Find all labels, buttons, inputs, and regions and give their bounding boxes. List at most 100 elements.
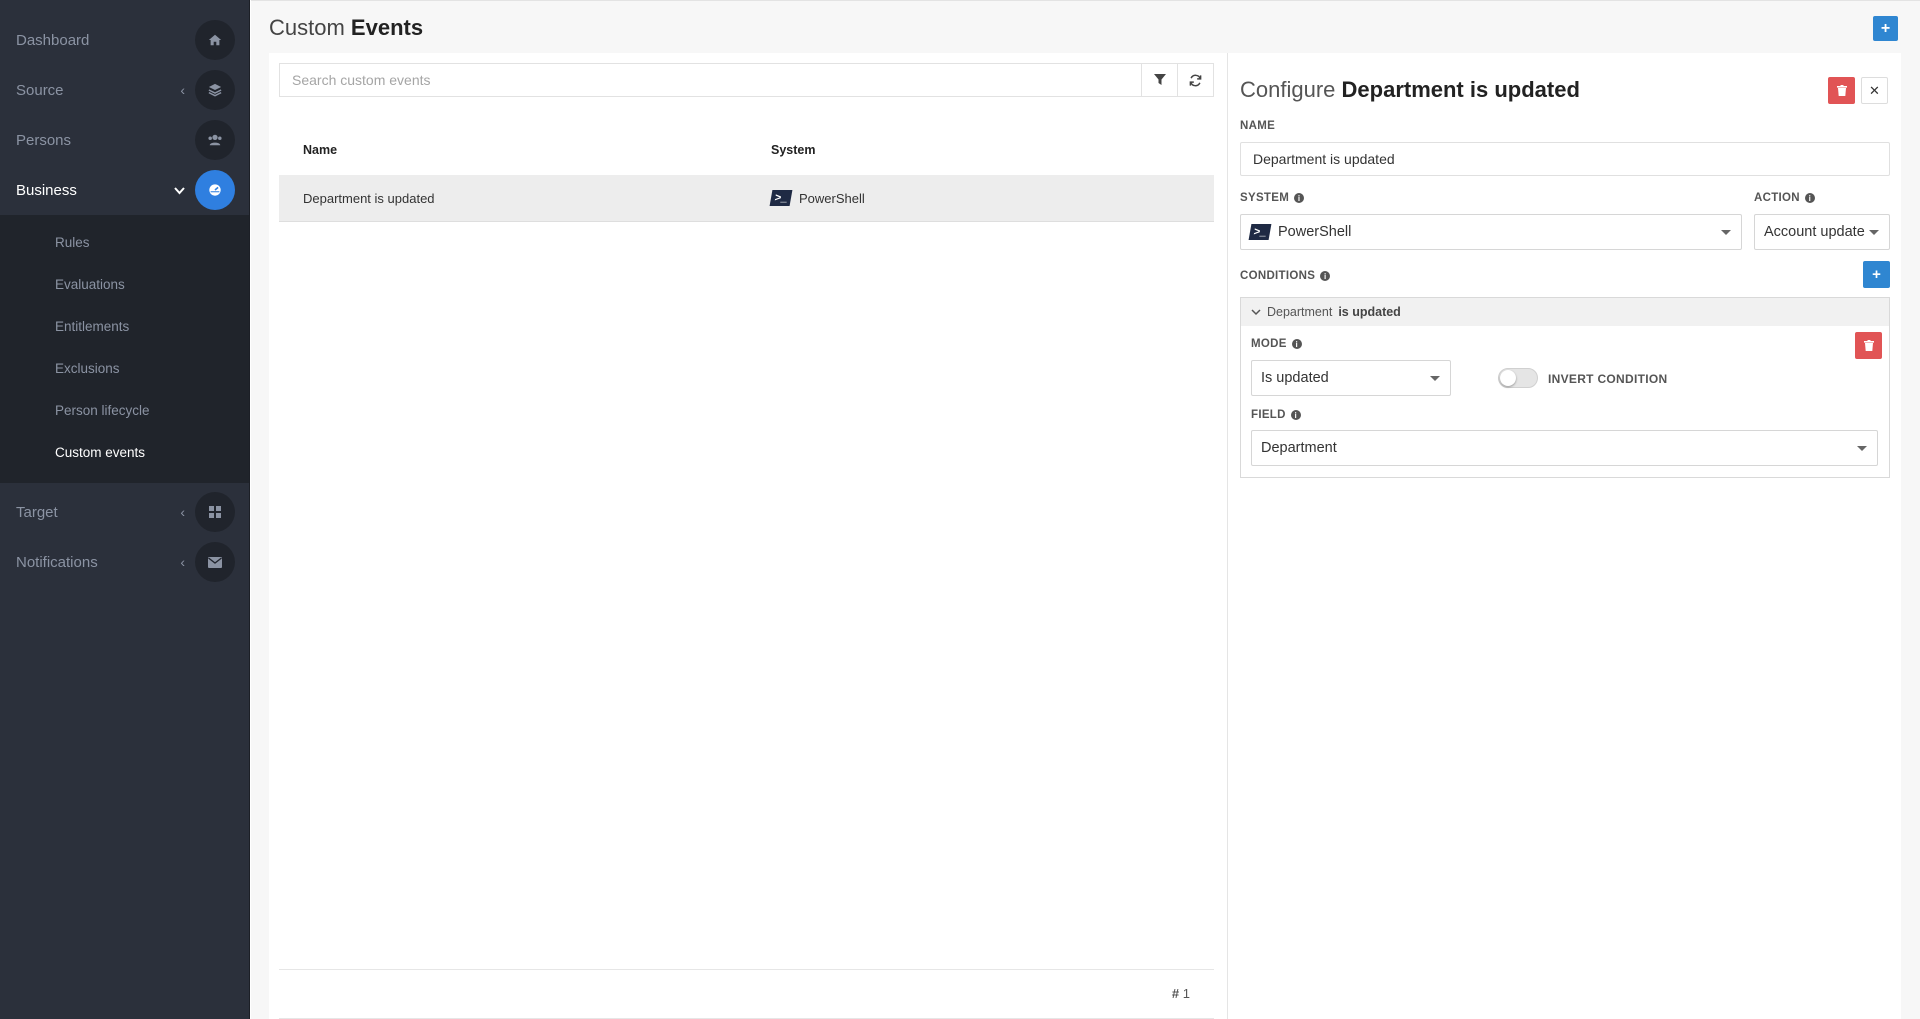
name-field[interactable]: Department is updated (1240, 142, 1890, 176)
mode-select[interactable]: Is updated (1251, 360, 1451, 396)
field-select-value: Department (1261, 440, 1337, 456)
chevron-down-icon (174, 182, 185, 198)
chevron-left-icon: ‹ (180, 82, 185, 98)
plus-icon: + (1872, 266, 1881, 283)
close-icon: ✕ (1869, 82, 1880, 98)
caret-down-icon (1857, 446, 1867, 451)
field-select[interactable]: Department (1251, 430, 1878, 466)
toggle-knob (1500, 370, 1516, 386)
condition-field-text: Department (1267, 305, 1333, 319)
sidebar-item-dashboard[interactable]: Dashboard (0, 15, 249, 65)
config-title-bold: Department is updated (1341, 77, 1580, 102)
chevron-left-icon: ‹ (180, 504, 185, 520)
caret-down-icon (1721, 230, 1731, 235)
invert-condition-toggle[interactable] (1498, 368, 1538, 388)
action-select[interactable]: Account update (1754, 214, 1890, 250)
users-icon (195, 120, 235, 160)
row-count-value: 1 (1182, 986, 1190, 1001)
row-name: Department is updated (303, 190, 435, 206)
content-panel: Name System Department is updated >_ Pow… (269, 53, 1901, 1019)
info-icon[interactable]: i (1804, 193, 1815, 203)
close-panel-button[interactable]: ✕ (1861, 77, 1888, 104)
grid-icon (195, 492, 235, 532)
field-label-text: FIELD (1251, 409, 1286, 421)
sidebar-item-target[interactable]: Target ‹ (0, 487, 249, 537)
business-submenu: Rules Evaluations Entitlements Exclusion… (0, 215, 249, 483)
submenu-item-person-lifecycle[interactable]: Person lifecycle (0, 389, 249, 431)
system-label: SYSTEM i (1240, 192, 1305, 204)
mode-label-text: MODE (1251, 338, 1287, 350)
trash-icon (1836, 85, 1847, 96)
filter-icon (1153, 74, 1166, 85)
field-label: FIELD i (1251, 409, 1301, 421)
list-footer: # 1 (279, 969, 1214, 1019)
main-area: Custom Events + Name System Department i (251, 0, 1920, 1019)
conditions-label: CONDITIONS i (1240, 270, 1331, 282)
search-input[interactable] (280, 64, 1141, 96)
name-label-text: NAME (1240, 120, 1276, 132)
page-title: Custom Events (269, 15, 423, 41)
home-icon (195, 20, 235, 60)
system-select-value: PowerShell (1278, 224, 1352, 240)
info-icon[interactable]: i (1320, 271, 1331, 281)
info-icon[interactable]: i (1294, 193, 1305, 203)
invert-condition-label: INVERT CONDITION (1548, 372, 1668, 386)
dashboard-gauge-icon (195, 170, 235, 210)
action-select-value: Account update (1764, 224, 1865, 240)
action-label-text: ACTION (1754, 192, 1800, 204)
submenu-item-rules[interactable]: Rules (0, 221, 249, 263)
submenu-item-exclusions[interactable]: Exclusions (0, 347, 249, 389)
add-condition-button[interactable]: + (1863, 261, 1890, 288)
name-field-value: Department is updated (1253, 151, 1395, 167)
page-title-bold: Events (350, 15, 424, 40)
sidebar-item-source[interactable]: Source ‹ (0, 65, 249, 115)
hash-icon: # (1171, 986, 1180, 1001)
column-header-name[interactable]: Name (303, 143, 337, 157)
filter-button[interactable] (1141, 64, 1177, 96)
caret-down-icon (1430, 376, 1440, 381)
panel-divider (1227, 53, 1228, 1019)
mode-label: MODE i (1251, 338, 1302, 350)
sidebar: Dashboard Source ‹ Persons Business Rule… (0, 0, 250, 1019)
condition-op-text: is updated (1338, 305, 1401, 319)
conditions-label-text: CONDITIONS (1240, 270, 1316, 282)
plus-icon: + (1880, 19, 1891, 37)
submenu-item-evaluations[interactable]: Evaluations (0, 263, 249, 305)
info-icon[interactable]: i (1290, 410, 1301, 420)
row-system-label: PowerShell (799, 190, 865, 206)
column-header-system[interactable]: System (771, 143, 815, 157)
table-header: Name System (279, 135, 1214, 165)
submenu-item-custom-events[interactable]: Custom events (0, 431, 249, 473)
search-bar (279, 63, 1214, 97)
sidebar-item-business[interactable]: Business (0, 165, 249, 215)
trash-icon (1863, 340, 1874, 351)
chevron-left-icon: ‹ (180, 554, 185, 570)
info-icon[interactable]: i (1291, 339, 1302, 349)
add-event-button[interactable]: + (1873, 16, 1898, 41)
sidebar-item-notifications[interactable]: Notifications ‹ (0, 537, 249, 587)
caret-down-icon (1869, 230, 1879, 235)
delete-condition-button[interactable] (1855, 332, 1882, 359)
refresh-button[interactable] (1177, 64, 1213, 96)
system-select[interactable]: >_ PowerShell (1240, 214, 1742, 250)
condition-card: Department is updated MODE i Is updated (1240, 297, 1890, 478)
condition-header[interactable]: Department is updated (1241, 298, 1889, 326)
row-system: >_ PowerShell (769, 190, 865, 206)
system-label-text: SYSTEM (1240, 192, 1290, 204)
refresh-icon (1189, 74, 1202, 86)
powershell-icon: >_ (1248, 224, 1272, 240)
sidebar-item-persons[interactable]: Persons (0, 115, 249, 165)
envelope-icon (195, 542, 235, 582)
delete-event-button[interactable] (1828, 77, 1855, 104)
action-label: ACTION i (1754, 192, 1815, 204)
table-row[interactable]: Department is updated >_ PowerShell (279, 175, 1214, 222)
config-title-light: Configure (1240, 77, 1336, 102)
chevron-down-icon (1251, 308, 1261, 315)
layers-icon (195, 70, 235, 110)
name-label: NAME (1240, 120, 1275, 132)
events-list-panel: Name System Department is updated >_ Pow… (279, 63, 1214, 1019)
submenu-item-entitlements[interactable]: Entitlements (0, 305, 249, 347)
config-title: Configure Department is updated (1240, 77, 1580, 103)
config-panel: Configure Department is updated ✕ NAME D… (1240, 53, 1890, 1019)
powershell-icon: >_ (769, 190, 793, 206)
